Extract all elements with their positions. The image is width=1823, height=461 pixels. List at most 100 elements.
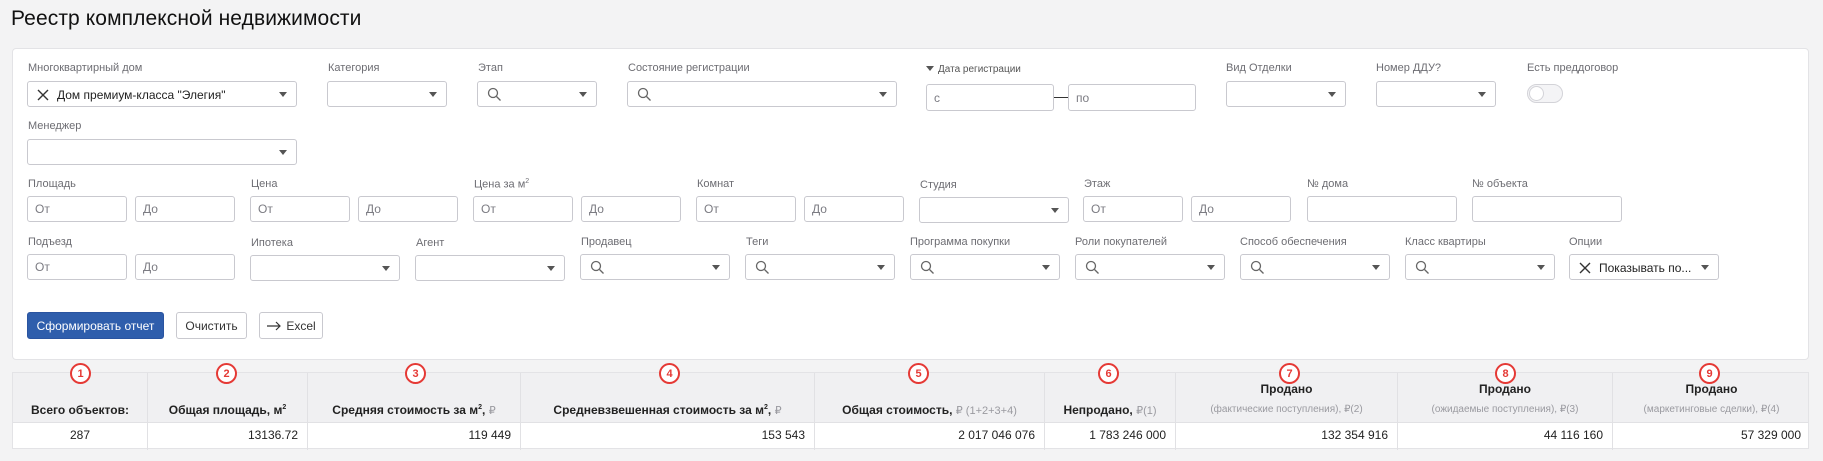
page-title: Реестр комплексной недвижимости [11,7,362,30]
registration-date-from[interactable]: с [926,84,1054,111]
generate-report-button[interactable]: Сформировать отчет [27,312,164,339]
arrow-right-icon [267,321,282,330]
options-label: Опции [1569,236,1603,248]
summary-col-sold-expected: 8 Продано (ожидаемые поступления), ₽(3) … [1398,363,1613,450]
price-from-input[interactable]: От [250,196,350,222]
price-to-input[interactable]: До [358,196,458,222]
rooms-from-placeholder: От [704,202,719,216]
house-number-input[interactable] [1307,196,1457,222]
building-select[interactable]: Дом премиум-класса "Элегия" [27,81,297,107]
registration-date-from-placeholder: с [934,90,940,105]
ddu-number-select[interactable] [1376,81,1496,107]
price-per-m2-from-input[interactable]: От [473,196,573,222]
marker-badge: 9 [1699,363,1720,384]
finish-type-select[interactable] [1226,81,1346,107]
clear-selection-icon[interactable] [36,88,50,102]
marker-badge: 4 [659,363,680,384]
category-label: Категория [328,62,380,74]
summary-value-cell: 132 354 916 [1321,428,1388,442]
agent-label: Агент [416,237,445,249]
floor-from-placeholder: От [1091,202,1106,216]
search-icon [1250,260,1264,274]
summary-value-cell: 119 449 [468,428,512,442]
summary-table: 1 Всего объектов: 287 2 Общая площадь, м… [12,363,1809,450]
entrance-from-input[interactable]: От [27,254,127,280]
finish-type-label: Вид Отделки [1226,62,1292,74]
preliminary-toggle[interactable] [1527,84,1563,103]
rooms-to-placeholder: До [812,202,827,216]
security-method-label: Способ обеспечения [1240,236,1347,248]
price-per-m2-to-input[interactable]: До [581,196,681,222]
apartment-class-label: Класс квартиры [1405,236,1486,248]
rooms-from-input[interactable]: От [696,196,796,222]
object-number-input[interactable] [1472,196,1622,222]
registration-state-select[interactable] [627,81,897,107]
summary-header-title: Продано [1479,382,1531,396]
tags-select[interactable] [745,254,895,280]
summary-header-cell: Общая стоимость, ₽ (1+2+3+4) [842,403,1017,417]
seller-select[interactable] [580,254,730,280]
floor-to-input[interactable]: До [1191,196,1291,222]
category-select[interactable] [327,81,447,107]
price-label: Цена [251,178,278,190]
summary-header-subtitle: (ожидаемые поступления), ₽(3) [1431,404,1579,415]
price-per-m2-from-placeholder: От [481,202,496,216]
marker-badge: 3 [405,363,426,384]
summary-header-cell: Общая площадь, м2 [168,403,287,417]
area-to-input[interactable]: До [135,196,235,222]
buyer-roles-select[interactable] [1075,254,1225,280]
clear-selection-icon[interactable] [1578,261,1592,275]
summary-value-cell: 287 [69,428,91,442]
excel-export-button[interactable]: Excel [259,312,323,339]
building-select-value: Дом премиум-класса "Элегия" [57,88,226,102]
chevron-down-icon [1042,265,1050,270]
rooms-to-input[interactable]: До [804,196,904,222]
options-select[interactable]: Показывать по... [1569,254,1719,280]
price-from-placeholder: От [258,202,273,216]
stage-select[interactable] [477,81,597,107]
mortgage-select[interactable] [250,255,400,281]
summary-header-subtitle: (фактические поступления), ₽(2) [1210,404,1363,415]
chevron-down-icon [579,92,587,97]
marker-badge: 1 [70,363,91,384]
summary-header-cell: Средняя стоимость за м2, ₽ [332,403,496,417]
excel-export-label: Excel [286,318,316,333]
house-number-label: № дома [1307,178,1349,190]
search-icon [590,260,604,274]
summary-header-cell: Средневзвешенная стоимость за м2, ₽ [553,403,782,417]
marker-badge: 2 [216,363,237,384]
marker-badge: 5 [908,363,929,384]
entrance-label: Подъезд [28,236,72,248]
area-from-input[interactable]: От [27,196,127,222]
registration-date-toggle[interactable]: Дата регистрации [926,64,1021,75]
search-icon [920,260,934,274]
agent-select[interactable] [415,255,565,281]
floor-from-input[interactable]: От [1083,196,1183,222]
price-per-m2-label: Цена за м2 [474,178,530,191]
summary-col-total-objects: 1 Всего объектов: 287 [13,363,148,450]
apartment-class-select[interactable] [1405,254,1555,280]
area-from-placeholder: От [35,202,50,216]
chevron-down-icon [879,92,887,97]
clear-button[interactable]: Очистить [176,312,247,339]
mortgage-label: Ипотека [251,237,293,249]
summary-value-cell: 1 783 246 000 [1089,428,1166,442]
caret-down-icon [926,66,934,71]
area-to-placeholder: До [143,202,158,216]
purchase-program-select[interactable] [910,254,1060,280]
summary-col-sold-actual: 7 Продано (фактические поступления), ₽(2… [1176,363,1398,450]
chevron-down-icon [382,266,390,271]
registration-state-label: Состояние регистрации [628,62,750,74]
registration-date-to[interactable]: по [1068,84,1196,111]
summary-header-cell: Всего объектов: [31,403,129,417]
manager-select[interactable] [27,139,297,165]
price-to-placeholder: До [366,202,381,216]
toggle-knob [1529,86,1544,101]
summary-value-cell: 57 329 000 [1740,428,1801,442]
entrance-to-input[interactable]: До [135,254,235,280]
registration-date-label: Дата регистрации [938,64,1021,75]
studio-select[interactable] [919,197,1069,223]
security-method-select[interactable] [1240,254,1390,280]
options-select-value: Показывать по... [1599,261,1692,275]
chevron-down-icon [1207,265,1215,270]
